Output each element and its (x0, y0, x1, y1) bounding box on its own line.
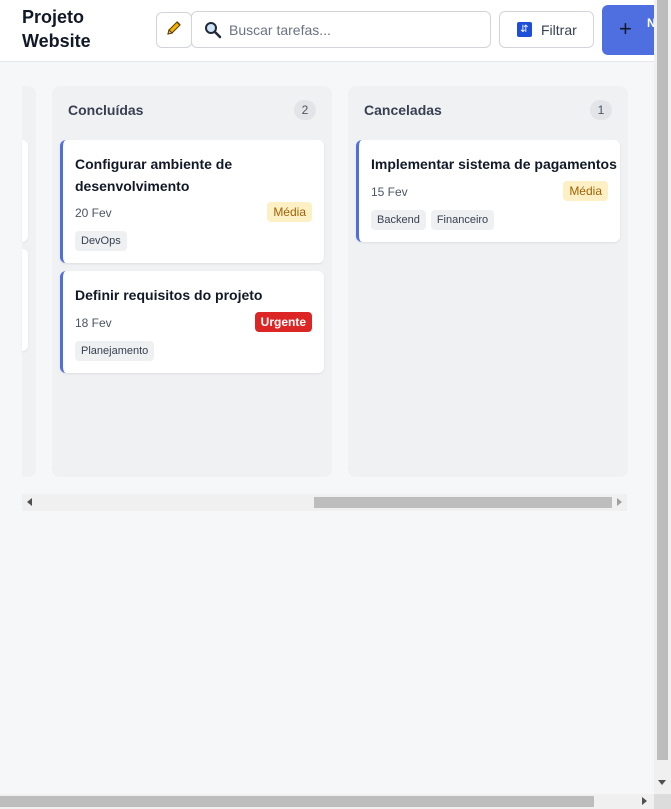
task-tags: Backend Financeiro (371, 210, 495, 230)
search-input[interactable] (229, 21, 479, 38)
task-title: Implementar sistema de pagamentos (371, 156, 617, 172)
task-date: 15 Fev (371, 185, 408, 199)
tag: Backend (371, 210, 426, 230)
tag: DevOps (75, 231, 127, 251)
page-vertical-scrollbar[interactable] (654, 0, 671, 794)
scroll-down-arrow-icon[interactable] (658, 780, 666, 785)
page-horizontal-scrollbar[interactable] (0, 794, 654, 809)
scroll-left-arrow-icon[interactable] (27, 498, 32, 506)
priority-badge: Urgente (254, 312, 312, 332)
task-tags: DevOps (75, 231, 127, 251)
priority-badge: Média (267, 202, 312, 222)
column-count-badge: 2 (294, 100, 316, 120)
task-title: Configurar ambiente de desenvolvimento (75, 156, 233, 194)
task-date: 20 Fev (75, 206, 112, 220)
column-concluidas: Concluídas 2 Configurar ambiente de dese… (52, 86, 332, 477)
new-task-label: N T (647, 15, 654, 31)
partial-card[interactable] (22, 249, 28, 351)
task-card[interactable]: Implementar sistema de pagamentos 15 Fev… (356, 140, 620, 242)
tag: Planejamento (75, 341, 155, 361)
scrollbar-thumb[interactable] (314, 497, 612, 508)
column-title: Canceladas (364, 102, 442, 118)
new-task-button[interactable]: + N T (602, 5, 654, 55)
column-canceladas: Canceladas 1 Implementar sistema de paga… (348, 86, 628, 477)
filter-button[interactable]: ⇵ Filtrar (499, 11, 594, 48)
scrollbar-thumb[interactable] (0, 796, 594, 807)
filter-button-label: Filtrar (541, 21, 577, 38)
task-card[interactable]: Configurar ambiente de desenvolvimento 2… (60, 140, 324, 263)
scrollbar-corner (654, 794, 671, 809)
priority-badge: Média (563, 181, 608, 201)
task-title: Definir requisitos do projeto (75, 287, 263, 303)
task-date: 18 Fev (75, 316, 112, 330)
magnifier-icon (202, 19, 224, 41)
column-title: Concluídas (68, 102, 144, 118)
app-header: Projeto Website ⇵ Filtrar + N T (0, 0, 654, 62)
column-count-badge: 1 (590, 100, 612, 120)
filter-icon: ⇵ (517, 22, 532, 37)
task-tags: Planejamento (75, 341, 155, 361)
scroll-right-arrow-icon[interactable] (617, 498, 622, 506)
tag: Financeiro (430, 210, 495, 230)
partial-card[interactable] (22, 140, 28, 242)
board-horizontal-scrollbar[interactable] (22, 494, 627, 511)
scrollbar-thumb[interactable] (657, 0, 668, 760)
scroll-right-arrow-icon[interactable] (642, 797, 647, 805)
search-box (191, 11, 491, 48)
edit-project-button[interactable] (156, 12, 192, 48)
project-title: Projeto Website (22, 7, 91, 51)
plus-icon: + (619, 16, 632, 41)
task-card[interactable]: Definir requisitos do projeto 18 Fev Urg… (60, 271, 324, 373)
pencil-icon (165, 19, 183, 42)
kanban-board: Concluídas 2 Configurar ambiente de dese… (0, 62, 654, 794)
